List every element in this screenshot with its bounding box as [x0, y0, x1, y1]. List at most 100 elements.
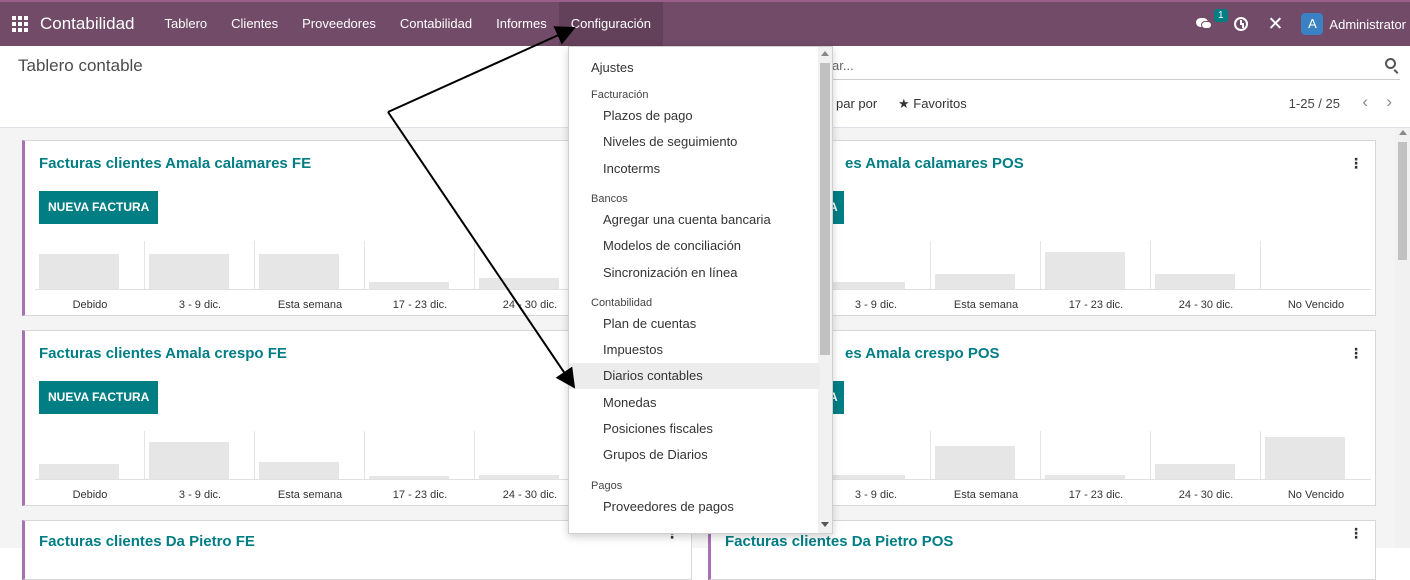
- graph-label: Esta semana: [953, 299, 1019, 311]
- scroll-thumb[interactable]: [1398, 142, 1407, 260]
- chevron-right-icon[interactable]: ›: [1386, 92, 1392, 112]
- graph-column: [365, 431, 475, 479]
- menu-item[interactable]: Sincronización en línea: [569, 260, 820, 286]
- search-icon[interactable]: [1385, 58, 1396, 69]
- graph-bar[interactable]: [39, 254, 119, 289]
- graph-column: [821, 431, 931, 479]
- page-title: Tablero contable: [18, 56, 143, 75]
- new-invoice-button[interactable]: NUEVA FACTURA: [39, 191, 159, 224]
- card-title[interactable]: Facturas clientes Amala calamares FE: [39, 155, 311, 172]
- card-title[interactable]: es Amala crespo POS: [845, 345, 1000, 362]
- graph-bar[interactable]: [369, 282, 449, 289]
- graph-label: 3 - 9 dic.: [854, 299, 898, 311]
- debug-tools-icon[interactable]: ✕: [1268, 13, 1284, 36]
- scroll-up-icon[interactable]: [821, 51, 829, 56]
- chevron-left-icon[interactable]: ‹: [1362, 92, 1368, 112]
- activity-clock-icon[interactable]: [1233, 17, 1248, 31]
- menu-item[interactable]: Monedas: [569, 390, 820, 416]
- scroll-up-icon[interactable]: [1399, 130, 1407, 135]
- menu-item[interactable]: Posiciones fiscales: [569, 416, 820, 442]
- app-brand[interactable]: Contabilidad: [40, 14, 135, 34]
- graph-label: 3 - 9 dic.: [854, 489, 898, 501]
- card-title[interactable]: Facturas clientes Da Pietro POS: [725, 533, 953, 550]
- menu-item[interactable]: Impuestos: [569, 337, 820, 363]
- card-menu-icon[interactable]: ⋮: [1349, 155, 1363, 172]
- graph-label: 24 - 30 dic.: [1178, 489, 1234, 501]
- aging-graph: [821, 241, 1371, 289]
- page-scrollbar[interactable]: [1395, 128, 1410, 548]
- graph-bar[interactable]: [259, 254, 339, 289]
- favorites-button[interactable]: ★ Favoritos: [898, 96, 967, 112]
- menu-item[interactable]: Plazos de pago: [569, 103, 820, 129]
- card-menu-icon[interactable]: ⋮: [1349, 345, 1363, 362]
- nav-informes[interactable]: Informes: [484, 2, 559, 46]
- menu-item[interactable]: Plan de cuentas: [569, 311, 820, 337]
- configuration-dropdown: Ajustes Facturación Plazos de pago Niveles …: [568, 46, 833, 534]
- graph-bar[interactable]: [1045, 252, 1125, 289]
- graph-label: 17 - 23 dic.: [1068, 299, 1124, 311]
- menu-item[interactable]: Diarios contables: [569, 363, 820, 390]
- graph-column: [931, 431, 1041, 479]
- dropdown-scroll-thumb[interactable]: [820, 63, 830, 355]
- graph-bar[interactable]: [479, 278, 559, 289]
- graph-column: [35, 431, 145, 479]
- graph-column: [1261, 431, 1371, 479]
- graph-bar[interactable]: [259, 462, 339, 479]
- menu-item[interactable]: Niveles de seguimiento: [569, 129, 820, 155]
- graph-label: Debido: [72, 299, 108, 311]
- card-title[interactable]: Facturas clientes Amala crespo FE: [39, 345, 287, 362]
- card-menu-icon[interactable]: ⋮: [1349, 525, 1363, 542]
- graph-column: [145, 431, 255, 479]
- graph-label: 24 - 30 dic.: [1178, 299, 1234, 311]
- scroll-down-icon[interactable]: [821, 522, 829, 527]
- graph-bar[interactable]: [1155, 274, 1235, 289]
- search-input[interactable]: ar...: [832, 58, 854, 73]
- menu-item-ajustes[interactable]: Ajustes: [569, 55, 820, 81]
- user-name[interactable]: Administrator: [1329, 17, 1406, 32]
- graph-column: [35, 241, 145, 289]
- menu-section-header: Contabilidad: [591, 296, 653, 309]
- menu-item[interactable]: Grupos de Diarios: [569, 442, 820, 468]
- apps-menu-icon[interactable]: [12, 16, 28, 32]
- graph-bar[interactable]: [935, 446, 1015, 479]
- groupby-button[interactable]: par por: [836, 96, 877, 111]
- menu-section-header: Pagos: [591, 479, 623, 492]
- avatar[interactable]: A: [1301, 13, 1324, 35]
- graph-bar[interactable]: [825, 282, 905, 289]
- chat-icon[interactable]: 1: [1195, 9, 1228, 31]
- aging-graph: [35, 431, 585, 479]
- nav-tablero[interactable]: Tablero: [153, 2, 220, 46]
- new-invoice-button[interactable]: NUEVA FACTURA: [39, 381, 159, 414]
- graph-bar[interactable]: [149, 254, 229, 289]
- card-title[interactable]: es Amala calamares POS: [845, 155, 1024, 172]
- graph-column: [255, 431, 365, 479]
- graph-column: [821, 241, 931, 289]
- graph-column: [365, 241, 475, 289]
- search-bar[interactable]: ar...: [832, 54, 1400, 80]
- graph-label: No Vencido: [1287, 489, 1345, 501]
- menu-item[interactable]: Modelos de conciliación: [569, 233, 820, 259]
- graph-column: [1261, 241, 1371, 289]
- menu-item[interactable]: Agregar una cuenta bancaria: [569, 207, 820, 233]
- graph-label: 17 - 23 dic.: [1068, 489, 1124, 501]
- graph-label: No Vencido: [1287, 299, 1345, 311]
- menu-item[interactable]: Proveedores de pagos: [569, 494, 820, 520]
- menu-item[interactable]: Incoterms: [569, 156, 820, 182]
- graph-bar[interactable]: [149, 442, 229, 479]
- pager-value[interactable]: 1-25 / 25: [1289, 96, 1340, 111]
- graph-bar[interactable]: [1265, 437, 1345, 479]
- nav-clientes[interactable]: Clientes: [219, 2, 290, 46]
- nav-proveedores[interactable]: Proveedores: [290, 2, 388, 46]
- chat-badge: 1: [1213, 9, 1228, 22]
- dropdown-scrollbar[interactable]: [818, 47, 832, 533]
- graph-bar[interactable]: [1155, 464, 1235, 479]
- nav-contabilidad[interactable]: Contabilidad: [388, 2, 484, 46]
- aging-graph: [35, 241, 585, 289]
- nav-configuracion[interactable]: Configuración: [558, 2, 663, 46]
- top-navbar: Contabilidad Tablero Clientes Proveedore…: [0, 0, 1410, 46]
- card-title[interactable]: Facturas clientes Da Pietro FE: [39, 533, 255, 550]
- graph-column: [1151, 241, 1261, 289]
- graph-column: [145, 241, 255, 289]
- graph-bar[interactable]: [39, 464, 119, 479]
- graph-bar[interactable]: [935, 274, 1015, 289]
